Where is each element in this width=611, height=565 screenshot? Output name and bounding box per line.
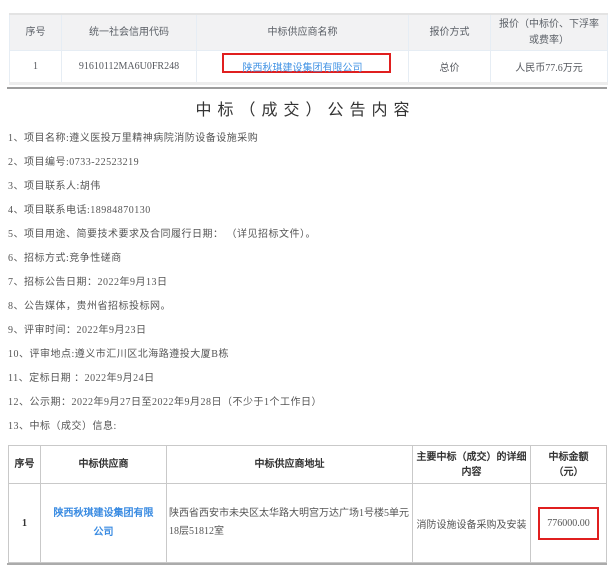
cell-price: 人民币77.6万元 — [491, 51, 608, 84]
table-header-row: 序号 统一社会信用代码 中标供应商名称 报价方式 报价（中标价、下浮率或费率） — [10, 14, 608, 51]
item-award-info-label: 13、中标（成交）信息: — [8, 421, 611, 433]
item-bidding-method: 6、招标方式:竞争性磋商 — [8, 253, 611, 265]
header-credit-code: 统一社会信用代码 — [62, 14, 197, 51]
announcement-items: 1、项目名称:遵义医投万里精神病院消防设备设施采购 2、项目编号:0733-22… — [0, 133, 611, 433]
winning-supplier-summary-table: 序号 统一社会信用代码 中标供应商名称 报价方式 报价（中标价、下浮率或费率） … — [9, 13, 608, 85]
item-review-time: 9、评审时间：2022年9月23日 — [8, 325, 611, 337]
item-project-usage: 5、项目用途、简要技术要求及合同履行日期： （详见招标文件）。 — [8, 229, 611, 241]
announcement-page: 序号 统一社会信用代码 中标供应商名称 报价方式 报价（中标价、下浮率或费率） … — [0, 13, 611, 562]
supplier-link[interactable]: 陕西秋琪建设集团有限公司 — [243, 63, 363, 74]
cell-award-detail: 消防设施设备采购及安装 — [413, 484, 531, 563]
item-award-date: 11、定标日期 ：2022年9月24日 — [8, 373, 611, 385]
header-supplier-name: 中标供应商名称 — [197, 14, 409, 51]
header-price: 报价（中标价、下浮率或费率） — [491, 14, 608, 51]
item-project-name: 1、项目名称:遵义医投万里精神病院消防设备设施采购 — [8, 133, 611, 145]
item-announcement-date: 7、招标公告日期：2022年9月13日 — [8, 277, 611, 289]
cell-award-amount: 776000.00 — [531, 484, 607, 563]
item-announcement-media: 8、公告媒体，贵州省招标投标网。 — [8, 301, 611, 313]
header-price-method: 报价方式 — [409, 14, 491, 51]
item-review-location: 10、评审地点:遵义市汇川区北海路遵投大厦B栋 — [8, 349, 611, 361]
table-row: 1 91610112MA6U0FR248 陕西秋琪建设集团有限公司 总价 人民币… — [10, 51, 608, 84]
award-amount-value: 776000.00 — [547, 518, 590, 529]
cell-supplier: 陕西秋琪建设集团有限 公司 — [41, 484, 167, 563]
cell-credit-code: 91610112MA6U0FR248 — [62, 51, 197, 84]
item-contact-person: 3、项目联系人:胡伟 — [8, 181, 611, 193]
header-supplier-address: 中标供应商地址 — [167, 446, 413, 484]
header-award-detail: 主要中标（成交）的详细 内容 — [413, 446, 531, 484]
item-publicity-period: 12、公示期：2022年9月27日至2022年9月28日（不少于1个工作日） — [8, 397, 611, 409]
table-row: 1 陕西秋琪建设集团有限 公司 陕西省西安市未央区太华路大明宫万达广场1号楼5单… — [9, 484, 607, 563]
header-serial: 序号 — [10, 14, 62, 51]
header-serial: 序号 — [9, 446, 41, 484]
cell-supplier-address: 陕西省西安市未央区太华路大明宫万达广场1号楼5单元18层51812室 — [167, 484, 413, 563]
divider-line — [7, 87, 607, 89]
cell-supplier: 陕西秋琪建设集团有限公司 — [197, 51, 409, 84]
cell-serial: 1 — [9, 484, 41, 563]
header-award-amount: 中标金额 （元） — [531, 446, 607, 484]
cell-price-method: 总价 — [409, 51, 491, 84]
supplier-link[interactable]: 陕西秋琪建设集团有限 公司 — [54, 508, 154, 538]
page-title: 中标（成交）公告内容 — [0, 96, 611, 120]
table-header-row: 序号 中标供应商 中标供应商地址 主要中标（成交）的详细 内容 中标金额 （元） — [9, 446, 607, 484]
award-detail-table: 序号 中标供应商 中标供应商地址 主要中标（成交）的详细 内容 中标金额 （元）… — [8, 445, 607, 563]
item-project-number: 2、项目编号:0733-22523219 — [8, 157, 611, 169]
header-supplier: 中标供应商 — [41, 446, 167, 484]
item-contact-phone: 4、项目联系电话:18984870130 — [8, 205, 611, 217]
highlight-box: 776000.00 — [538, 507, 599, 540]
cell-serial: 1 — [10, 51, 62, 84]
